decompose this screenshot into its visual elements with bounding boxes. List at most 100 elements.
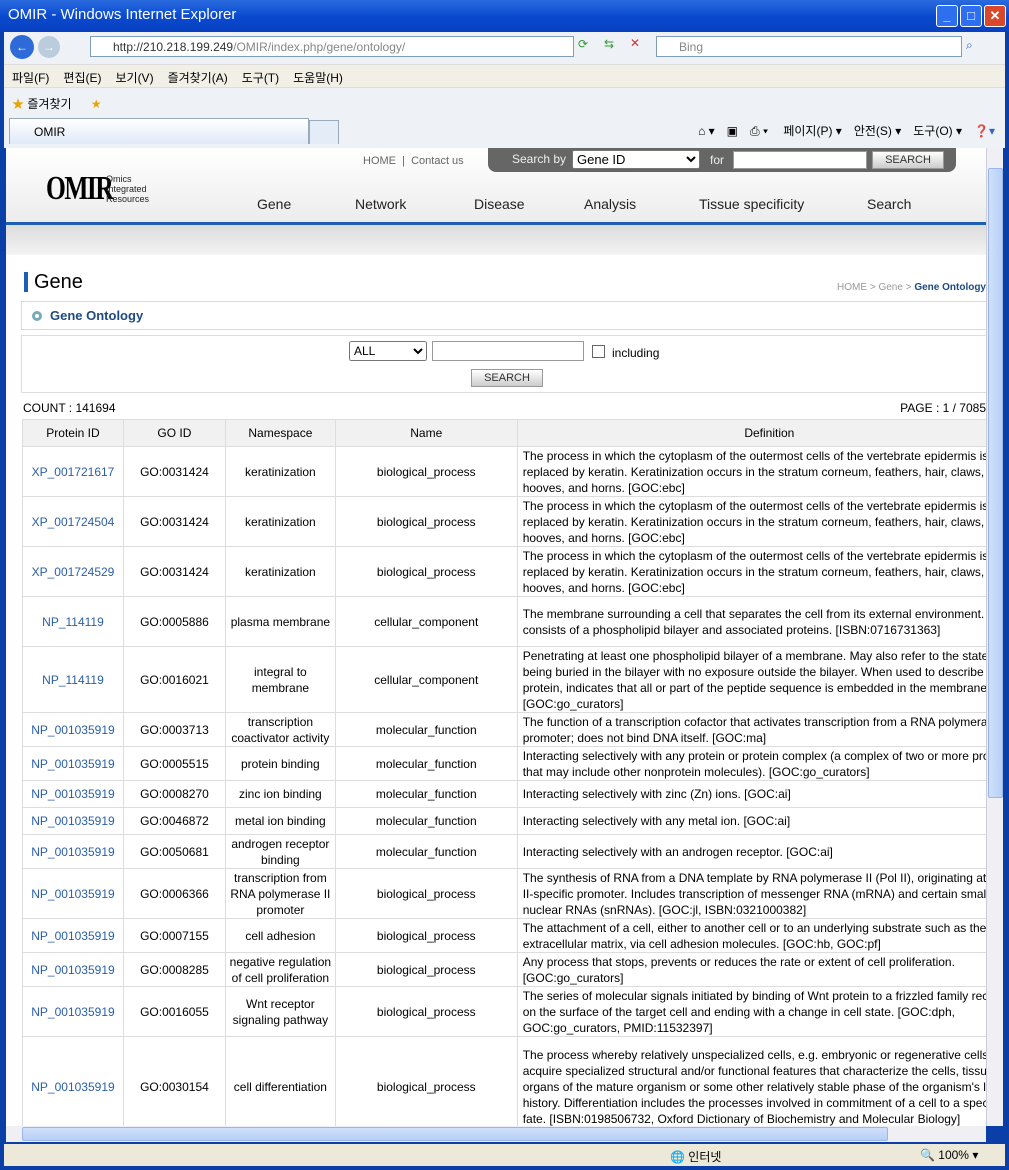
add-favorite-icon[interactable]: ★ (91, 97, 102, 111)
nav-search[interactable]: Search (867, 196, 911, 212)
protein-id-link[interactable]: NP_001035919 (31, 1005, 114, 1019)
nav-gene[interactable]: Gene (257, 196, 291, 212)
namespace-cell: transcription from RNA polymerase II pro… (224, 868, 336, 919)
menu-tools[interactable]: 도구(T) (242, 71, 279, 85)
namespace-cell: transcription coactivator activity (224, 712, 336, 747)
protein-id-link[interactable]: NP_001035919 (31, 814, 114, 828)
address-bar[interactable]: http://210.218.199.249/OMIR/index.php/ge… (90, 36, 574, 57)
nav-tissue-specificity[interactable]: Tissue specificity (699, 196, 804, 212)
refresh-icon[interactable]: ⟳ (578, 37, 588, 51)
name-cell: molecular_function (334, 807, 518, 835)
name-cell: biological_process (334, 1036, 518, 1126)
protein-id-cell: XP_001724504 (22, 496, 124, 547)
search-by-select[interactable]: Gene ID (572, 150, 700, 169)
protein-id-link[interactable]: NP_114119 (42, 673, 104, 687)
home-icon[interactable]: ⌂ ▾ (698, 124, 715, 138)
nav-network[interactable]: Network (355, 196, 406, 212)
keyword-input[interactable] (432, 341, 584, 361)
menu-favorites[interactable]: 즐겨찾기(A) (168, 71, 228, 85)
close-button[interactable]: ✕ (984, 5, 1006, 27)
definition-cell: The membrane surrounding a cell that sep… (516, 596, 986, 647)
menu-edit[interactable]: 편집(E) (63, 71, 101, 85)
definition-cell: Interacting selectively with any metal i… (516, 807, 986, 835)
column-header: GO ID (122, 419, 226, 447)
including-checkbox[interactable] (592, 345, 605, 358)
protein-id-cell: NP_001035919 (22, 868, 124, 919)
zone-indicator: 🌐 인터넷 (670, 1150, 722, 1164)
namespace-cell: keratinization (224, 496, 336, 547)
definition-cell: The process whereby relatively unspecial… (516, 1036, 986, 1126)
name-cell: biological_process (334, 986, 518, 1037)
protein-id-link[interactable]: XP_001724529 (32, 565, 115, 579)
contact-link[interactable]: Contact us (411, 155, 464, 167)
favorites-button[interactable]: 즐겨찾기 (27, 97, 71, 111)
home-link[interactable]: HOME (363, 155, 396, 167)
protein-id-link[interactable]: NP_001035919 (31, 757, 114, 771)
horizontal-scrollbar[interactable] (6, 1126, 986, 1142)
zoom-level[interactable]: 🔍 100% ▾ (920, 1148, 978, 1162)
protein-id-link[interactable]: NP_001035919 (31, 845, 114, 859)
name-cell: molecular_function (334, 834, 518, 869)
status-bar: 🌐 인터넷 🔍 100% ▾ (4, 1144, 1005, 1166)
stop-icon[interactable]: ✕ (630, 36, 640, 50)
safety-menu[interactable]: 안전(S) ▾ (854, 124, 901, 138)
feed-icon[interactable]: ▣ (727, 124, 738, 138)
namespace-cell: Wnt receptor signaling pathway (224, 986, 336, 1037)
command-bar: ⌂ ▾ ▣ ⎙ ▾ 페이지(P) ▾ 안전(S) ▾ 도구(O) ▾ ❓▾ (686, 122, 995, 139)
search-input[interactable]: Bing (656, 36, 962, 57)
site-header: OMIR Omics Integrated Resources HOME | Con… (6, 148, 986, 225)
menu-view[interactable]: 보기(V) (115, 71, 153, 85)
vertical-scrollbar[interactable] (986, 148, 1003, 1126)
table-row: NP_001035919 GO:0007155 cell adhesion biolo… (22, 918, 986, 953)
definition-cell: Any process that stops, prevents or redu… (516, 952, 986, 987)
maximize-button[interactable]: □ (960, 5, 982, 27)
protein-id-link[interactable]: NP_001035919 (31, 887, 114, 901)
definition-cell: The attachment of a cell, either to anot… (516, 918, 986, 953)
table-row: NP_001035919 GO:0008285 negative regulatio… (22, 952, 986, 987)
go-id-cell: GO:0031424 (122, 546, 226, 597)
protein-id-link[interactable]: NP_001035919 (31, 963, 114, 977)
menu-file[interactable]: 파일(F) (12, 71, 49, 85)
protein-id-cell: XP_001721617 (22, 446, 124, 497)
page-menu[interactable]: 페이지(P) ▾ (783, 124, 841, 138)
protein-id-link[interactable]: XP_001721617 (32, 465, 115, 479)
forward-icon[interactable]: → (38, 36, 60, 58)
minimize-button[interactable]: _ (936, 5, 958, 27)
protein-id-link[interactable]: NP_001035919 (31, 723, 114, 737)
protein-id-link[interactable]: NP_001035919 (31, 1080, 114, 1094)
name-cell: molecular_function (334, 746, 518, 781)
namespace-cell: keratinization (224, 446, 336, 497)
back-icon[interactable]: ← (10, 35, 34, 59)
print-icon[interactable]: ⎙ ▾ (750, 124, 768, 138)
new-tab-button[interactable] (309, 120, 339, 144)
protein-id-link[interactable]: NP_001035919 (31, 787, 114, 801)
protein-id-cell: NP_001035919 (22, 1036, 124, 1126)
protein-id-link[interactable]: XP_001724504 (32, 515, 115, 529)
search-icon[interactable]: ⌕ (966, 38, 973, 53)
filter-search-button[interactable]: SEARCH (471, 369, 543, 387)
name-cell: molecular_function (334, 712, 518, 747)
protein-id-cell: NP_001035919 (22, 746, 124, 781)
nav-disease[interactable]: Disease (474, 196, 525, 212)
protein-id-link[interactable]: NP_114119 (42, 615, 104, 629)
tab-omir[interactable]: OMIR (9, 118, 309, 144)
site-search-input[interactable] (733, 151, 867, 169)
breadcrumb: HOME > Gene > Gene Ontology (837, 282, 986, 293)
browser-chrome: ← → http://210.218.199.249/OMIR/index.ph… (4, 32, 1005, 148)
help-icon[interactable]: ❓▾ (974, 124, 995, 138)
table-row: XP_001724529 GO:0031424 keratinization biol… (22, 546, 986, 597)
protein-id-link[interactable]: NP_001035919 (31, 929, 114, 943)
menu-help[interactable]: 도움말(H) (293, 71, 343, 85)
namespace-select[interactable]: ALL (349, 341, 427, 361)
protein-id-cell: XP_001724529 (22, 546, 124, 597)
site-logo[interactable]: OMIR (46, 170, 114, 208)
site-search-button[interactable]: SEARCH (872, 151, 944, 169)
nav-analysis[interactable]: Analysis (584, 196, 636, 212)
go-icon[interactable]: ⇆ (604, 37, 614, 51)
namespace-cell: metal ion binding (224, 807, 336, 835)
go-id-cell: GO:0046872 (122, 807, 226, 835)
namespace-cell: cell differentiation (224, 1036, 336, 1126)
page-indicator: PAGE : 1 / 7085 (900, 401, 986, 415)
protein-id-cell: NP_001035919 (22, 834, 124, 869)
tools-menu[interactable]: 도구(O) ▾ (913, 124, 962, 138)
